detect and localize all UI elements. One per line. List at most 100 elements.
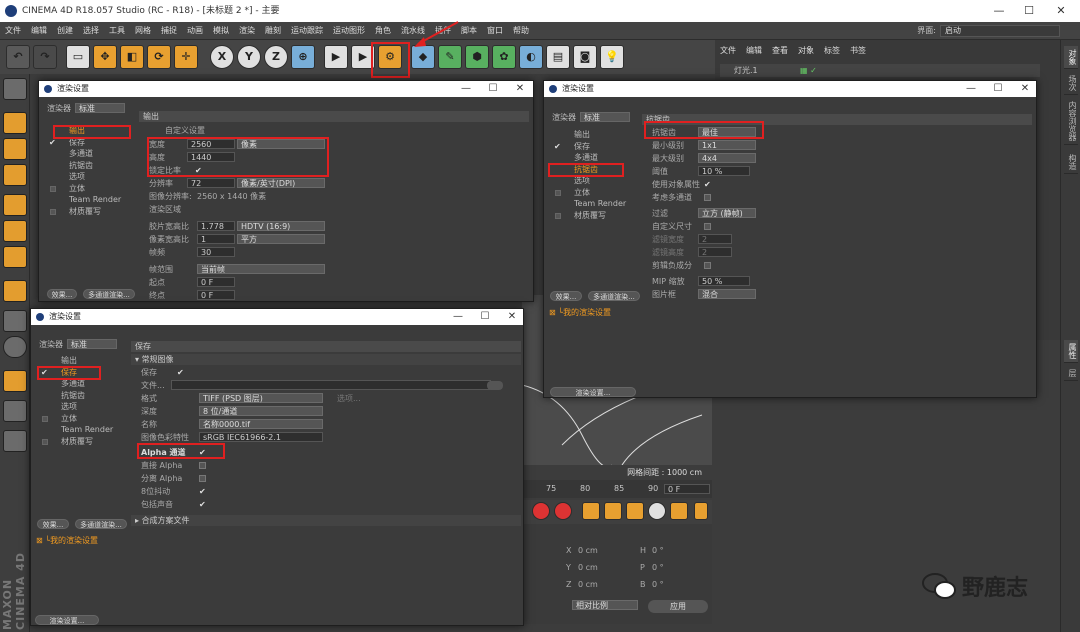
record-icon[interactable] [532, 502, 550, 520]
menu-item[interactable]: 雕刻 [260, 22, 286, 40]
max-level-select[interactable]: 4x4 [698, 153, 756, 163]
menu-item[interactable]: 窗口 [482, 22, 508, 40]
save-checkbox[interactable]: ✔ [177, 367, 184, 378]
deformer-icon[interactable]: ◐ [519, 45, 543, 69]
depth-select[interactable]: 8 位/通道 [199, 406, 323, 416]
points-mode-icon[interactable] [3, 194, 27, 216]
object-menu-item[interactable]: 编辑 [741, 46, 767, 55]
nav-item[interactable]: ✔ 保存 [39, 367, 131, 379]
menu-item[interactable]: 运动跟踪 [286, 22, 328, 40]
dialog-maximize-button[interactable]: ☐ [985, 81, 1011, 97]
effects-button[interactable]: 效果... [37, 519, 69, 529]
alpha-channel-checkbox[interactable]: ✔ [199, 447, 206, 458]
make-editable-icon[interactable] [3, 78, 27, 100]
nav-item[interactable]: 多通道 [47, 148, 139, 160]
workplane-icon[interactable] [3, 164, 27, 186]
resolution-field[interactable]: 72 [187, 178, 235, 188]
object-menu-item[interactable]: 对象 [793, 46, 819, 55]
key-pla-icon[interactable] [670, 502, 688, 520]
film-aspect-select[interactable]: HDTV (16:9) [237, 221, 325, 231]
renderer-select[interactable]: 标准 [67, 339, 117, 349]
preset-row[interactable]: 自定义设置 [149, 125, 379, 136]
nav-item[interactable]: 立体 [39, 413, 131, 425]
coord-h-value[interactable]: 0 ° [652, 546, 664, 555]
antialiasing-select[interactable]: 最佳 [698, 127, 756, 137]
nav-item[interactable]: 选项 [47, 171, 139, 183]
nav-item[interactable]: Team Render [47, 194, 139, 206]
dialog-maximize-button[interactable]: ☐ [480, 81, 506, 97]
nav-item[interactable]: 材质覆写 [39, 436, 131, 448]
nav-item[interactable]: 多通道 [552, 152, 644, 164]
menu-item[interactable]: 角色 [370, 22, 396, 40]
object-menu-item[interactable]: 标签 [819, 46, 845, 55]
render-settings-icon[interactable]: ⚙ [378, 45, 402, 69]
format-select[interactable]: TIFF (PSD 图层) [199, 393, 323, 403]
multipass-button[interactable]: 多通道渲染... [83, 289, 135, 299]
magnet-icon[interactable] [3, 370, 27, 392]
effects-button[interactable]: 效果... [47, 289, 77, 299]
right-tab[interactable]: 属性 [1064, 340, 1078, 363]
coord-p-value[interactable]: 0 ° [652, 563, 664, 572]
grid-icon[interactable] [3, 400, 27, 422]
select-icon[interactable]: ▭ [66, 45, 90, 69]
nav-check-icon[interactable]: ✔ [41, 367, 49, 379]
multipass-button[interactable]: 多通道渲染... [75, 519, 127, 529]
frame-rate-field[interactable]: 30 [197, 247, 235, 257]
preset-tree-item[interactable]: ⊠ └我的渲染设置 [549, 307, 611, 318]
nav-checkbox[interactable] [42, 438, 48, 445]
camera-icon[interactable]: ◙ [573, 45, 597, 69]
coordinate-system-icon[interactable]: ⊕ [291, 45, 315, 69]
nav-item[interactable]: 输出 [39, 355, 131, 367]
menu-item[interactable]: 帮助 [508, 22, 534, 40]
resolution-unit-select[interactable]: 像素/英寸(DPI) [237, 178, 325, 188]
right-tab[interactable]: 对象 [1064, 46, 1078, 69]
use-object-properties-checkbox[interactable]: ✔ [704, 179, 711, 190]
end-field[interactable]: 0 F [197, 290, 235, 300]
rotate-icon[interactable]: ⟳ [147, 45, 171, 69]
film-aspect-field[interactable]: 1.778 [197, 221, 235, 231]
renderer-select[interactable]: 标准 [580, 112, 630, 122]
menu-item[interactable]: 编辑 [26, 22, 52, 40]
consider-multipass-checkbox[interactable] [704, 194, 711, 201]
tweak-mode-icon[interactable] [3, 310, 27, 332]
close-button[interactable]: ✕ [1046, 0, 1076, 22]
dithering-checkbox[interactable]: ✔ [199, 486, 206, 497]
menu-item[interactable]: 渲染 [234, 22, 260, 40]
apply-button[interactable]: 应用 [648, 600, 708, 613]
nav-item[interactable]: ✔ 保存 [552, 141, 644, 153]
lock-ratio-checkbox[interactable]: ✔ [195, 165, 202, 176]
multipass-button[interactable]: 多通道渲染... [588, 291, 640, 301]
effects-button[interactable]: 效果... [550, 291, 582, 301]
nav-item[interactable]: ✔ 保存 [47, 137, 139, 149]
right-tab[interactable]: 场次 [1064, 72, 1078, 95]
filter-select[interactable]: 立方 (静帧) [698, 208, 756, 218]
dialog-close-button[interactable]: ✕ [507, 81, 533, 97]
nav-item[interactable]: 输出 [47, 125, 139, 137]
minimize-button[interactable]: — [984, 0, 1014, 22]
maximize-button[interactable]: ☐ [1014, 0, 1044, 22]
frame-range-select[interactable]: 当前帧 [197, 264, 325, 274]
nav-check-icon[interactable]: ✔ [49, 137, 57, 149]
edges-mode-icon[interactable] [3, 220, 27, 242]
dialog-close-button[interactable]: ✕ [499, 309, 523, 325]
nav-item[interactable]: Team Render [552, 198, 644, 210]
model-mode-icon[interactable] [3, 112, 27, 134]
menu-item[interactable]: 捕捉 [156, 22, 182, 40]
nav-checkbox[interactable] [555, 212, 561, 219]
nav-checkbox[interactable] [50, 185, 56, 192]
coord-b-value[interactable]: 0 ° [652, 580, 664, 589]
include-sound-checkbox[interactable]: ✔ [199, 499, 206, 510]
menu-item[interactable]: 选择 [78, 22, 104, 40]
menu-item[interactable]: 工具 [104, 22, 130, 40]
key-move-icon[interactable] [582, 502, 600, 520]
separate-alpha-checkbox[interactable] [199, 475, 206, 482]
nav-item[interactable]: 输出 [552, 129, 644, 141]
nav-checkbox[interactable] [555, 189, 561, 196]
recent-tool-icon[interactable]: ✛ [174, 45, 198, 69]
dialog-minimize-button[interactable]: — [958, 81, 984, 97]
filter-height-field[interactable]: 2 [698, 247, 732, 257]
filter-width-field[interactable]: 2 [698, 234, 732, 244]
nav-item[interactable]: 抗锯齿 [47, 160, 139, 172]
snap-icon[interactable] [3, 336, 27, 358]
menu-item[interactable]: 运动图形 [328, 22, 370, 40]
